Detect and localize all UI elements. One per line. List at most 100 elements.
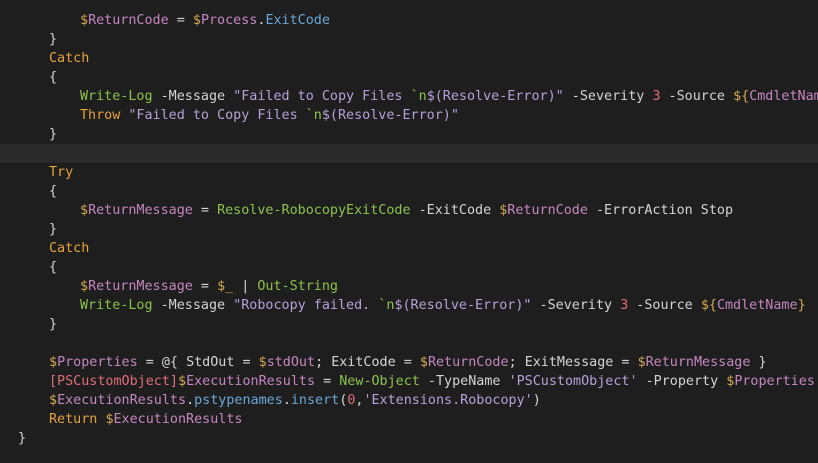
code-line[interactable] [0, 334, 818, 353]
code-line[interactable]: $ReturnMessage = Resolve-RobocopyExitCod… [0, 201, 818, 220]
code-token: = [192, 279, 218, 294]
code-line[interactable]: Catch [0, 49, 818, 68]
code-token: { [49, 70, 58, 85]
code-token: StdOut [186, 355, 235, 370]
code-token: } [49, 127, 58, 142]
code-token: 3 [652, 89, 661, 104]
code-token: `n [410, 89, 427, 104]
code-line[interactable]: $ReturnCode = $Process.ExitCode [0, 11, 818, 30]
code-line[interactable]: $Properties = @{ StdOut = $stdOut; ExitC… [0, 353, 818, 372]
code-token: } [49, 32, 58, 47]
code-token: ReturnMessage [88, 279, 193, 294]
code-line[interactable]: Write-Log -Message "Robocopy failed. `n$… [0, 296, 818, 315]
code-token: ExitCode [331, 355, 396, 370]
code-token: ReturnCode [507, 203, 588, 218]
code-token: Process [200, 13, 258, 28]
code-token: $ [105, 412, 114, 427]
code-line[interactable]: } [0, 125, 818, 144]
code-line[interactable]: $ReturnMessage = $_ | Out-String [0, 277, 818, 296]
code-token: CmdletName [716, 298, 798, 313]
code-token: $ [192, 13, 201, 28]
code-token: Throw [80, 108, 121, 123]
code-token: = [192, 203, 218, 218]
code-token: . [186, 393, 195, 408]
code-line[interactable]: { [0, 258, 818, 277]
code-line[interactable]: { [0, 68, 818, 87]
code-token: } [750, 355, 767, 370]
code-line[interactable]: } [0, 30, 818, 49]
code-token: { [49, 260, 58, 275]
code-token: | [233, 279, 258, 294]
code-token: -TypeName [419, 374, 509, 389]
code-token: { [49, 184, 58, 199]
code-token: Return [49, 412, 98, 427]
code-token: ExecutionResults [113, 412, 243, 427]
code-token: Catch [49, 241, 90, 256]
code-token: ; [508, 355, 525, 370]
code-token: $ [258, 355, 267, 370]
code-token: ReturnCode [88, 13, 169, 28]
code-token: Resolve-RobocopyExitCode [217, 203, 411, 218]
code-token: Properties [57, 355, 138, 370]
code-token: ExitMessage [524, 355, 614, 370]
code-token: $ [80, 279, 89, 294]
code-token: $ [419, 355, 428, 370]
code-token: 'Extensions.Robocopy' [363, 393, 533, 408]
code-line[interactable]: Throw "Failed to Copy Files `n$(Resolve-… [0, 106, 818, 125]
code-token: = [315, 374, 340, 389]
code-token: `n [305, 108, 322, 123]
code-token: = @{ [137, 355, 187, 370]
code-token: -Message [152, 89, 234, 104]
code-token: Properties [734, 374, 815, 389]
code-token: $(Resolve-Error)" [394, 298, 532, 313]
code-line[interactable]: Catch [0, 239, 818, 258]
code-line[interactable]: Try [0, 163, 818, 182]
code-token: ${ [700, 298, 717, 313]
code-token: -Message [152, 298, 234, 313]
code-line[interactable]: Return $ExecutionResults [0, 410, 818, 429]
code-token: ReturnCode [427, 355, 509, 370]
code-token: insert [290, 393, 340, 408]
code-token: -Severity [563, 89, 653, 104]
code-token: = [613, 355, 638, 370]
code-editor[interactable]: $ReturnCode = $Process.ExitCode} Catch{Wr… [0, 0, 818, 463]
code-token: "Failed to Copy Files [128, 108, 306, 123]
code-token: [PSCustomObject] [49, 374, 178, 389]
code-token: CmdletName [749, 89, 818, 104]
code-token: $(Resolve-Error)" [321, 108, 459, 123]
code-line[interactable]: Write-Log -Message "Failed to Copy Files… [0, 87, 818, 106]
code-token: } [797, 298, 806, 313]
code-token: $ [49, 355, 58, 370]
code-token: -ExitCode [410, 203, 500, 218]
code-line[interactable]: { [0, 182, 818, 201]
code-token: ) [532, 393, 541, 408]
code-token: 'PSCustomObject' [508, 374, 638, 389]
code-line[interactable]: } [0, 315, 818, 334]
code-token: ExecutionResults [57, 393, 187, 408]
code-token: $_ [217, 279, 234, 294]
code-line[interactable]: [PSCustomObject]$ExecutionResults = New-… [0, 372, 818, 391]
code-token: $(Resolve-Error)" [426, 89, 564, 104]
code-token: `n [378, 298, 395, 313]
code-line[interactable]: $ExecutionResults.pstypenames.insert(0,'… [0, 391, 818, 410]
code-line[interactable]: } [0, 429, 818, 448]
code-token: . [282, 393, 291, 408]
code-token: Write-Log [80, 298, 153, 313]
code-line[interactable]: } [0, 220, 818, 239]
code-token: stdOut [266, 355, 316, 370]
code-token: $ [49, 393, 58, 408]
code-token: -Source [628, 298, 701, 313]
code-token: ; [315, 355, 332, 370]
code-token: ReturnMessage [88, 203, 193, 218]
code-token: $ [80, 13, 89, 28]
code-token: $ [178, 374, 187, 389]
code-token: } [49, 317, 58, 332]
code-token: New-Object [339, 374, 420, 389]
code-token: = [395, 355, 420, 370]
code-token: pstypenames [194, 393, 283, 408]
code-token: = [234, 355, 259, 370]
code-token: ExitCode [265, 13, 330, 28]
code-line[interactable] [0, 144, 818, 163]
code-token: -Source [660, 89, 734, 104]
code-token: $ [80, 203, 89, 218]
